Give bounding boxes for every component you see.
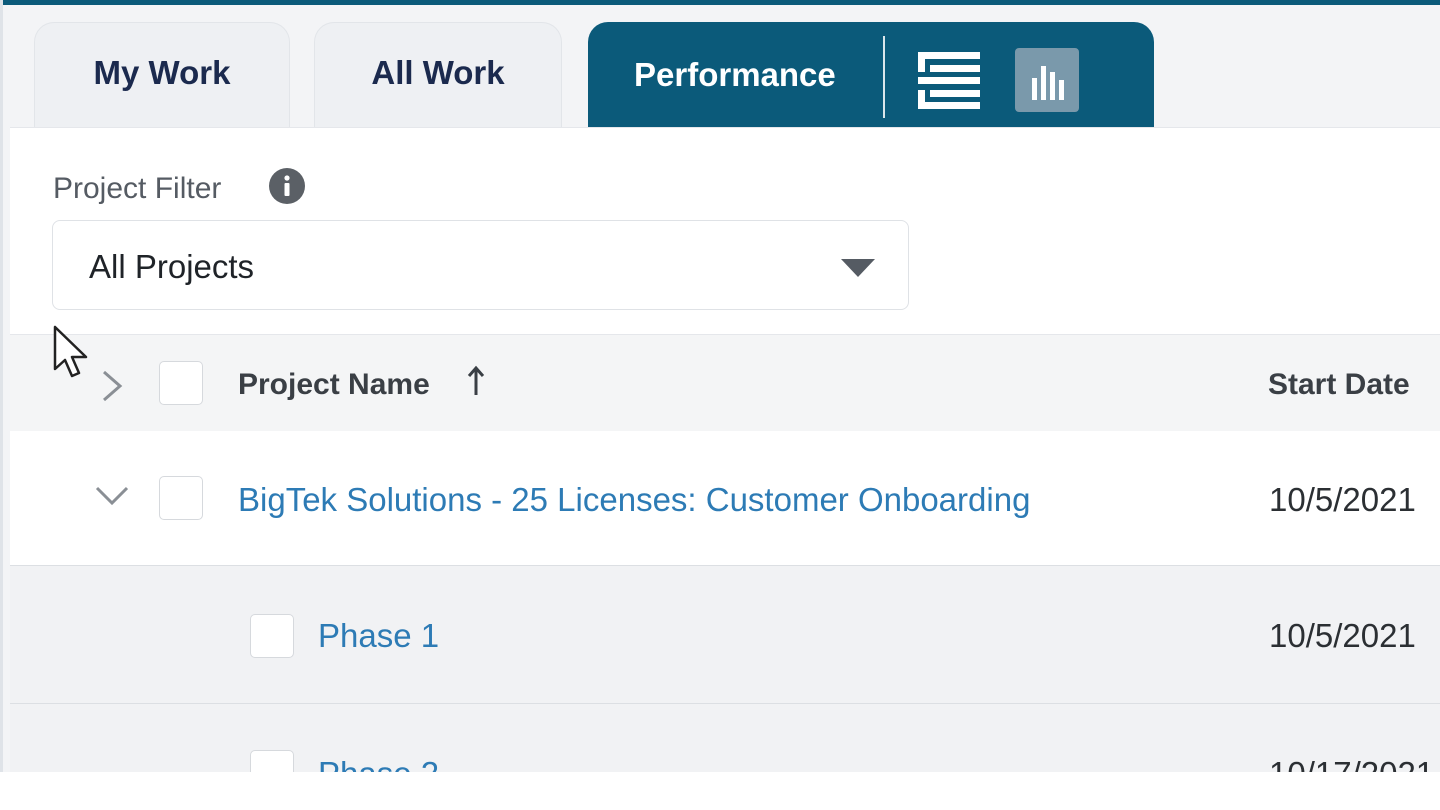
row-checkbox[interactable] bbox=[250, 614, 294, 658]
start-date-value: 10/5/2021 bbox=[1269, 481, 1416, 518]
tab-my-work[interactable]: My Work bbox=[34, 22, 290, 128]
phase-name-link[interactable]: Phase 1 bbox=[318, 617, 439, 655]
tab-performance[interactable]: Performance bbox=[588, 22, 1154, 128]
table-row: Phase 1 10/5/2021 bbox=[10, 566, 1440, 704]
app-window: My Work All Work Performance Project Fil… bbox=[0, 0, 1440, 772]
project-name-link[interactable]: BigTek Solutions - 25 Licenses: Customer… bbox=[238, 481, 1030, 519]
phase-name-link[interactable]: Phase 2 bbox=[318, 755, 439, 772]
column-header-project-name[interactable]: Project Name bbox=[238, 368, 430, 402]
project-filter-label: Project Filter bbox=[53, 172, 222, 205]
content-panel: Project Filter All Projects Project Name… bbox=[10, 127, 1440, 772]
tab-all-work-label: All Work bbox=[371, 54, 505, 91]
bar-chart-icon[interactable] bbox=[1015, 48, 1079, 112]
left-border bbox=[0, 0, 3, 772]
start-date-value: 10/17/2021 bbox=[1269, 755, 1434, 772]
list-view-icon[interactable] bbox=[916, 48, 982, 114]
chevron-right-icon[interactable] bbox=[100, 369, 124, 403]
info-icon[interactable] bbox=[269, 168, 305, 204]
tab-my-work-label: My Work bbox=[93, 54, 231, 91]
tab-performance-label: Performance bbox=[634, 56, 836, 93]
chevron-down-icon[interactable] bbox=[94, 484, 130, 508]
top-accent-bar bbox=[0, 0, 1440, 5]
start-date-value: 10/5/2021 bbox=[1269, 617, 1416, 654]
chevron-down-icon bbox=[841, 259, 875, 277]
project-filter-value: All Projects bbox=[89, 248, 255, 285]
tab-divider bbox=[883, 36, 885, 118]
project-filter-dropdown[interactable]: All Projects bbox=[52, 220, 909, 310]
table-header: Project Name Start Date bbox=[10, 334, 1440, 433]
select-all-checkbox[interactable] bbox=[159, 361, 203, 405]
mouse-cursor-icon bbox=[53, 325, 88, 378]
tab-all-work[interactable]: All Work bbox=[314, 22, 562, 128]
sort-ascending-icon[interactable] bbox=[466, 365, 486, 397]
row-checkbox[interactable] bbox=[159, 476, 203, 520]
column-header-start-date[interactable]: Start Date bbox=[1268, 368, 1410, 402]
table-row: BigTek Solutions - 25 Licenses: Customer… bbox=[10, 431, 1440, 566]
row-checkbox[interactable] bbox=[250, 750, 294, 772]
table-row: Phase 2 10/17/2021 bbox=[10, 704, 1440, 772]
